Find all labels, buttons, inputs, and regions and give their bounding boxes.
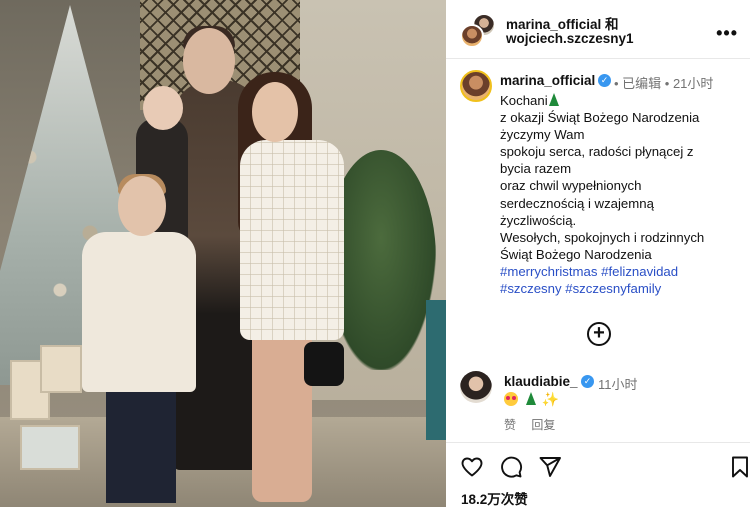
comment-reply-button[interactable]: 回复 [531, 418, 555, 432]
baby-face [143, 86, 183, 130]
caption-line: życzymy Wam [500, 127, 585, 143]
author-avatar[interactable] [460, 24, 484, 48]
sparkles-emoji-icon: ✨ [541, 391, 560, 407]
likes-count[interactable]: 18.2万次赞 [461, 488, 528, 507]
woman-legs [252, 332, 312, 502]
boy-figure [82, 232, 196, 392]
bookmark-icon[interactable] [728, 455, 750, 479]
comment-text: ✨ [504, 391, 559, 408]
caption-line: życzliwością. [500, 212, 577, 228]
christmas-tree-emoji-icon [525, 392, 536, 405]
header-divider [446, 58, 750, 59]
man-face [183, 28, 235, 94]
more-options-icon[interactable]: ••• [716, 23, 738, 44]
woman-figure [240, 140, 344, 340]
comment-actions: 赞 回复 [504, 416, 567, 433]
commenter-avatar[interactable] [460, 371, 492, 403]
black-handbag [304, 342, 344, 386]
verified-badge-icon: ✓ [581, 375, 594, 388]
comment-icon[interactable] [499, 455, 523, 479]
heart-eyes-emoji-icon [504, 392, 518, 406]
caption-line: Świąt Bożego Narodzenia [500, 246, 652, 262]
hashtag-link[interactable]: #szczesny [500, 281, 562, 296]
caption-author-avatar[interactable] [460, 70, 492, 102]
boy-face [118, 176, 166, 236]
post-side-panel: marina_official 和 wojciech.szczesny1 •••… [446, 0, 750, 507]
heart-icon[interactable] [460, 455, 484, 479]
comment-time: 11小时 [598, 377, 638, 392]
woman-face [252, 82, 298, 142]
teal-pillar [426, 300, 446, 440]
caption-line: z okazji Świąt Bożego Narodzenia [500, 110, 700, 126]
gift-box [40, 345, 82, 393]
caption-line: spokoju serca, radości płynącej z [500, 144, 694, 160]
hashtag-link[interactable]: #merrychristmas [500, 264, 597, 279]
post-photo[interactable] [0, 0, 446, 507]
plus-circle-icon[interactable]: + [587, 322, 611, 346]
comment-like-button[interactable]: 赞 [504, 418, 516, 432]
caption-line: serdecznością i wzajemną [500, 195, 654, 211]
caption-line: Wesołych, spokojnych i rodzinnych [500, 229, 705, 245]
actions-divider [446, 442, 750, 443]
hashtag-link[interactable]: #feliznavidad [601, 264, 678, 279]
boy-trousers [106, 378, 176, 503]
gift-box [20, 425, 80, 470]
caption-line: Kochani [500, 93, 548, 108]
caption-username[interactable]: marina_official [500, 73, 595, 88]
share-icon[interactable] [538, 455, 562, 479]
hashtag-link[interactable]: #szczesnyfamily [565, 281, 661, 296]
caption-line: bycia razem [500, 161, 572, 177]
caption-text: Kochani z okazji Świąt Bożego Narodzenia… [500, 92, 740, 297]
christmas-tree-emoji-icon [548, 93, 559, 106]
post-coauthor-line[interactable]: wojciech.szczesny1 [506, 31, 634, 46]
comment-username[interactable]: klaudiabie_ [504, 374, 578, 389]
post-author-line[interactable]: marina_official 和 [506, 13, 619, 33]
caption-meta: • 已编辑 • 21小时 [614, 76, 714, 91]
verified-badge-icon: ✓ [598, 74, 611, 87]
caption-line: oraz chwil wypełnionych [500, 178, 642, 194]
